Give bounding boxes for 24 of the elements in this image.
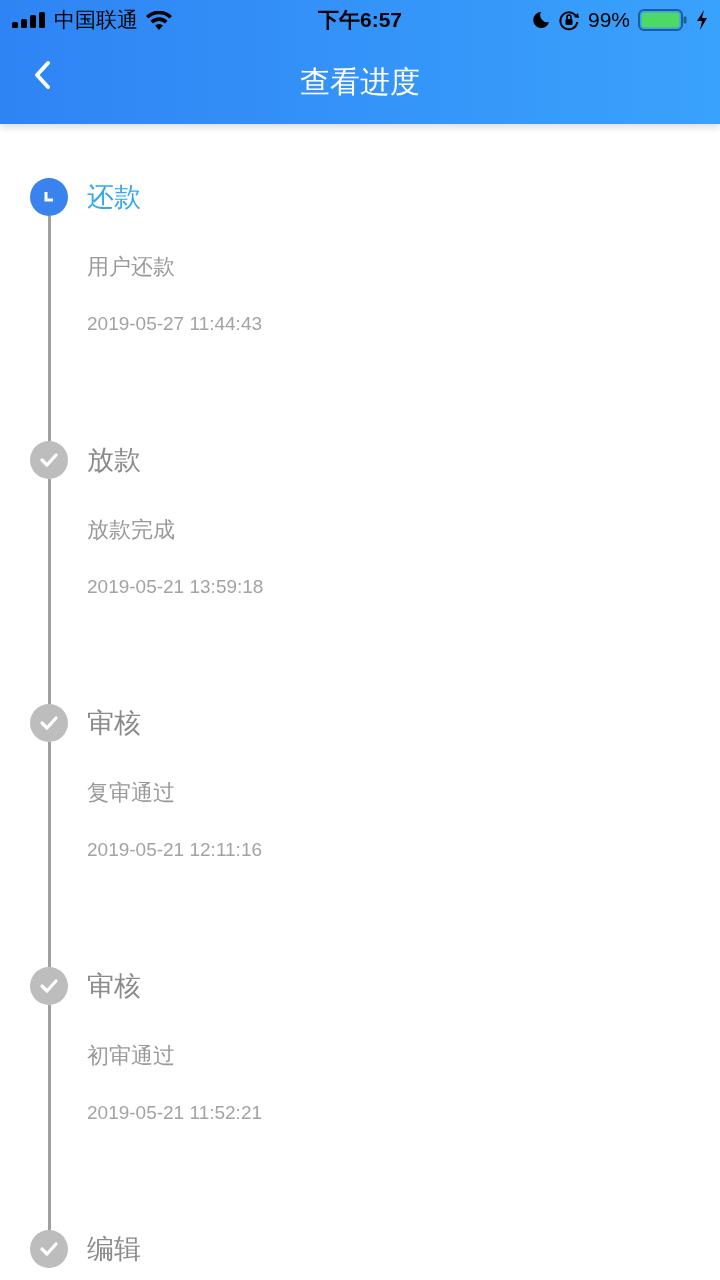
clock-time: 下午6:57	[318, 7, 402, 33]
step-time: 2019-05-27 11:44:43	[87, 312, 263, 336]
rotation-lock-icon	[557, 9, 580, 31]
step-title: 放款	[87, 443, 141, 477]
back-icon[interactable]	[33, 60, 51, 90]
signal-icon	[12, 12, 46, 28]
step-time: 2019-05-21 12:11:16	[87, 838, 263, 862]
step-description: 用户还款	[87, 253, 175, 281]
charging-bolt-icon	[696, 10, 708, 30]
page-title: 查看进度	[300, 62, 420, 101]
battery-icon	[638, 9, 688, 31]
battery-percent: 99%	[587, 8, 630, 32]
step-title: 审核	[87, 969, 141, 1003]
carrier-name: 中国联通	[54, 7, 138, 33]
moon-icon	[531, 11, 550, 29]
step-title: 编辑	[87, 1232, 141, 1266]
step-title: 审核	[87, 706, 141, 740]
step-description: 初审通过	[87, 1042, 175, 1070]
step-time: 2019-05-21 13:59:18	[87, 575, 264, 599]
step-title: 还款	[87, 180, 141, 214]
step-description: 放款完成	[87, 516, 175, 544]
step-time: 2019-05-21 11:52:21	[87, 1101, 263, 1125]
wifi-icon	[146, 10, 172, 30]
step-description: 复审通过	[87, 779, 175, 807]
